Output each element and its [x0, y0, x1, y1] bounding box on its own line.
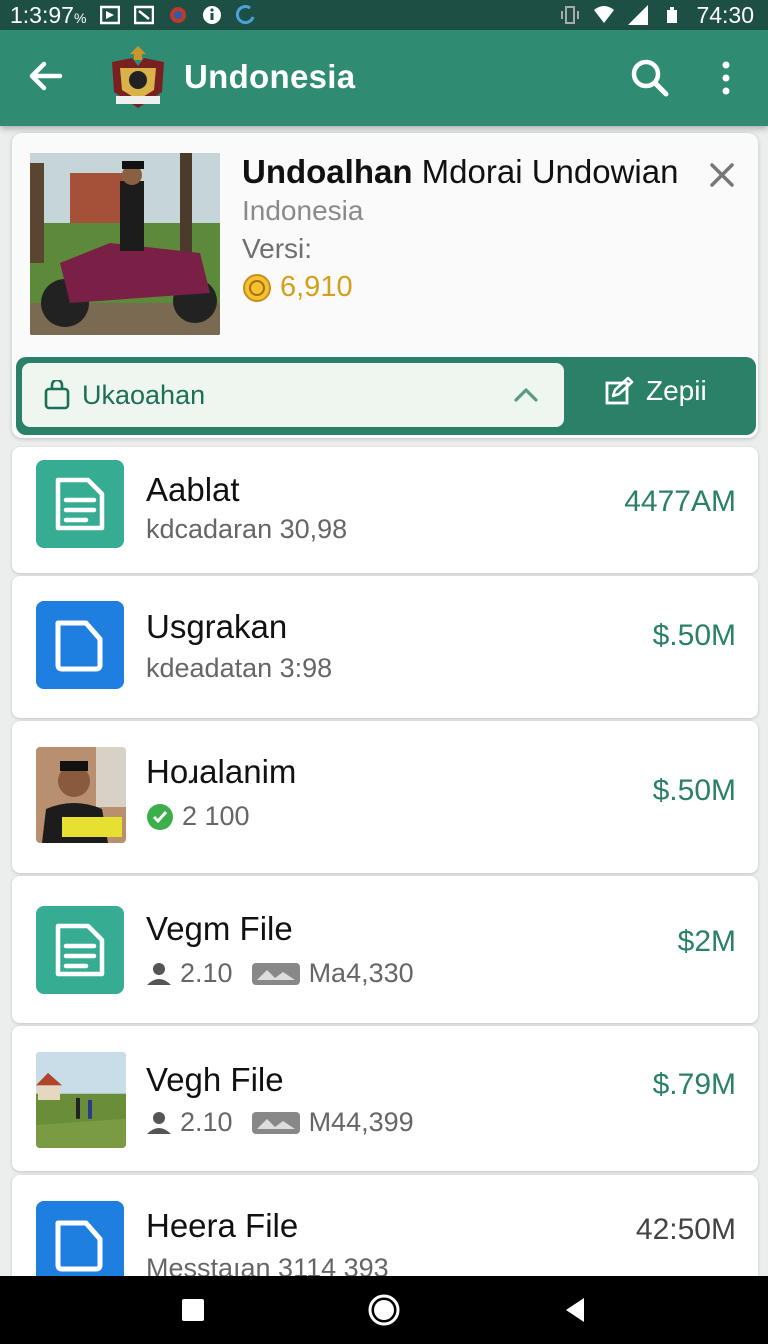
recents-icon[interactable] — [173, 1290, 213, 1330]
item-title: Heera File — [146, 1207, 299, 1244]
item-amount: 4477AM — [624, 485, 736, 518]
item-subtitle: 2 100 — [146, 801, 250, 832]
list-item[interactable]: Hoɹalanim 2 100 $.50M — [12, 721, 758, 873]
status-time-left: 1:3:97% — [10, 1, 87, 28]
item-amount: $.50M — [652, 619, 736, 652]
detail-card: Undoalhan Mdorai Undowian Indonesia Vers… — [12, 133, 758, 438]
sync-icon — [236, 5, 255, 24]
app-bar: Undonesia — [0, 30, 768, 126]
image-icon — [251, 1111, 300, 1134]
list-item[interactable]: Vegh File 2.10 M44,399 $.79M — [12, 1026, 758, 1171]
item-title: Vegh File — [146, 1061, 284, 1098]
info-icon — [203, 6, 222, 24]
signal-icon — [628, 5, 649, 25]
item-amount: $.50M — [652, 774, 736, 807]
notification-icon — [134, 5, 155, 25]
user-icon — [147, 962, 171, 985]
item-subtitle: kdcadaran 30,98 — [146, 514, 348, 544]
status-bar: 1:3:97% 74:30 — [0, 0, 768, 30]
system-nav-bar — [0, 1276, 768, 1344]
action-row: Ukaoahan Zepii — [16, 357, 756, 435]
detail-points: 6,910 — [242, 271, 353, 304]
wifi-icon — [594, 6, 615, 23]
detail-name: Undoalhan Mdorai Undowian — [242, 153, 679, 190]
detail-country: Indonesia — [242, 195, 364, 226]
dropdown-label: Ukaoahan — [82, 379, 206, 410]
bag-icon — [44, 380, 70, 410]
user-icon — [147, 1111, 171, 1134]
back-triangle-icon[interactable] — [556, 1290, 596, 1330]
item-amount: 42:50M — [635, 1213, 736, 1246]
item-title: Hoɹalanim — [146, 753, 297, 790]
more-vert-icon[interactable] — [706, 54, 746, 102]
zepii-button[interactable]: Zepii — [604, 375, 707, 407]
list-item[interactable]: Vegm File 2.10 Ma4,330 $2M — [12, 876, 758, 1023]
field-photo — [36, 1052, 126, 1148]
edit-icon — [605, 376, 634, 405]
category-dropdown[interactable]: Ukaoahan — [22, 363, 564, 427]
item-title: Usgrakan — [146, 608, 288, 645]
folder-icon — [36, 601, 124, 689]
detail-version-label: Versi: — [242, 233, 313, 264]
status-time-right: 74:30 — [696, 1, 754, 28]
status-dot-icon — [147, 803, 173, 830]
item-amount: $.79M — [652, 1068, 736, 1101]
search-icon[interactable] — [626, 54, 674, 102]
portrait-photo — [36, 747, 126, 843]
close-icon[interactable] — [704, 157, 740, 193]
list-item[interactable]: Usgrakan kdeadatan 3:98 $.50M — [12, 576, 758, 718]
list-item[interactable]: Aablat kdcadaran 30,98 4477AM — [12, 447, 758, 573]
item-amount: $2M — [677, 925, 736, 958]
coin-icon — [243, 273, 271, 302]
item-subtitle: kdeadatan 3:98 — [146, 653, 333, 683]
chevron-up-icon — [514, 388, 538, 402]
vibrate-icon — [561, 6, 580, 24]
battery-icon — [667, 7, 678, 23]
document-icon — [36, 906, 124, 994]
media-icon — [100, 5, 121, 25]
item-title: Aablat — [146, 471, 240, 508]
app-badge-icon — [170, 7, 187, 23]
profile-photo — [30, 153, 220, 335]
back-arrow-icon[interactable] — [22, 52, 70, 100]
image-icon — [251, 962, 300, 985]
zepii-label: Zepii — [646, 375, 707, 406]
app-title: Undonesia — [184, 58, 356, 95]
item-subtitle: 2.10 Ma4,330 — [146, 958, 414, 989]
item-title: Vegm File — [146, 910, 293, 947]
document-icon — [36, 460, 124, 548]
item-subtitle: 2.10 M44,399 — [146, 1107, 414, 1138]
home-icon[interactable] — [364, 1290, 404, 1330]
emblem-logo — [112, 46, 164, 108]
